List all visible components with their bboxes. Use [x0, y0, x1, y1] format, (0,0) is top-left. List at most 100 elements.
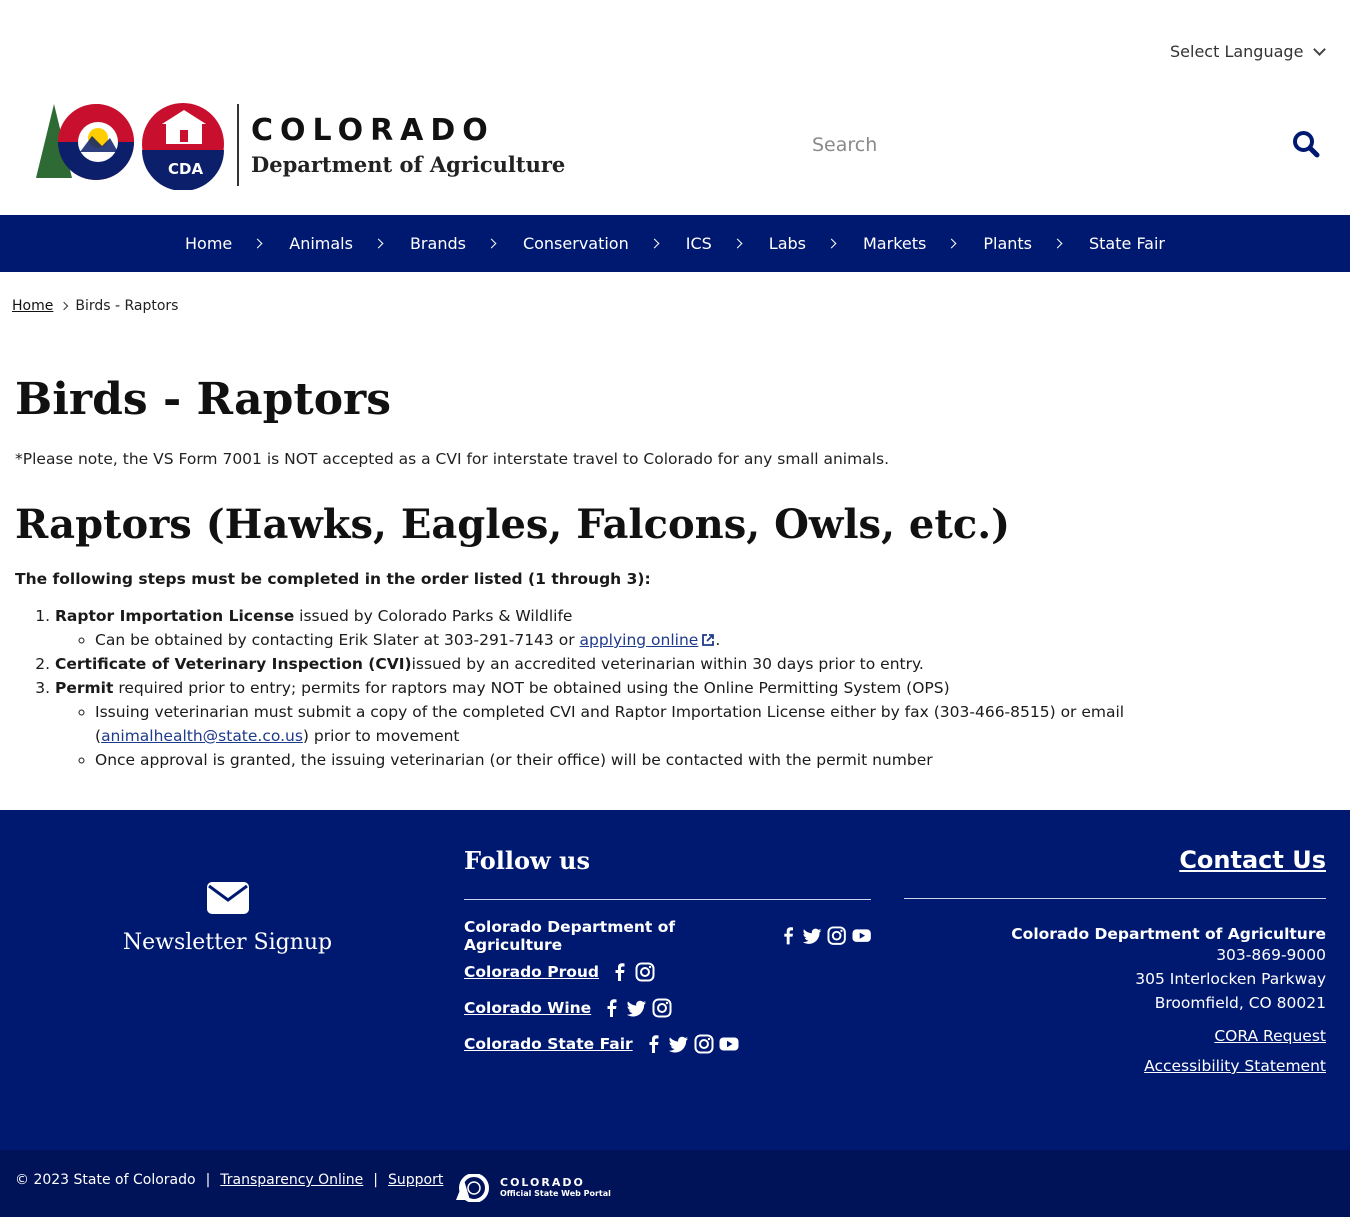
logo-text: COLORADO Department of Agriculture [251, 113, 565, 177]
contact-address-line2: Broomfield, CO 80021 [1154, 994, 1326, 1012]
breadcrumb: Home Birds - Raptors [12, 298, 178, 314]
twitter-icon[interactable] [668, 1034, 689, 1054]
language-select-label: Select Language [1170, 42, 1304, 61]
email-link[interactable]: animalhealth@state.co.us [101, 727, 303, 745]
nav-item-label: Labs [768, 234, 806, 253]
newsletter-signup[interactable]: Newsletter Signup [0, 882, 455, 955]
copyright-text: © 2023 State of Colorado [15, 1172, 196, 1188]
accessibility-statement-link[interactable]: Accessibility Statement [904, 1057, 1326, 1075]
step-item: Raptor Importation License issued by Col… [55, 604, 1335, 652]
follow-org-name: Colorado Department of Agriculture [464, 918, 676, 954]
twitter-icon[interactable] [802, 926, 822, 946]
newsletter-label: Newsletter Signup [122, 930, 333, 955]
step-item: Certificate of Veterinary Inspection (CV… [55, 652, 1335, 676]
nav-item-conservation[interactable]: Conservation [509, 215, 672, 272]
main-nav: Home Animals Brands Conservation ICS Lab… [0, 215, 1350, 272]
contact-us-link[interactable]: Contact Us [1179, 846, 1326, 874]
youtube-icon[interactable] [852, 926, 871, 946]
separator: | [373, 1172, 379, 1188]
follow-us-section: Follow us Colorado Department of Agricul… [464, 846, 871, 1056]
nav-item-markets[interactable]: Markets [849, 215, 969, 272]
portal-line2: Official State Web Portal [500, 1189, 611, 1198]
instagram-icon[interactable] [652, 998, 672, 1018]
facebook-icon[interactable] [610, 962, 630, 982]
contact-org: Colorado Department of Agriculture [1011, 925, 1326, 943]
search-icon[interactable] [1292, 130, 1322, 160]
follow-row: Colorado Proud [464, 960, 871, 984]
instagram-icon[interactable] [827, 926, 847, 946]
chevron-right-icon [252, 238, 263, 249]
follow-org-name[interactable]: Colorado State Fair [464, 1035, 633, 1053]
state-portal-logo[interactable]: COLORADO Official State Web Portal [454, 1174, 611, 1202]
portal-text: COLORADO Official State Web Portal [500, 1177, 611, 1199]
support-link[interactable]: Support [388, 1172, 443, 1188]
instagram-icon[interactable] [694, 1034, 714, 1054]
separator: | [205, 1172, 211, 1188]
step-subitem: Can be obtained by contacting Erik Slate… [95, 628, 1335, 652]
nav-item-home[interactable]: Home [171, 215, 275, 272]
envelope-icon [206, 882, 249, 914]
language-select[interactable]: Select Language [1170, 42, 1327, 61]
step-sublist: Issuing veterinarian must submit a copy … [55, 700, 1335, 772]
follow-org-name[interactable]: Colorado Wine [464, 999, 591, 1017]
step-title: Permit [55, 679, 114, 697]
step-item: Permit required prior to entry; permits … [55, 676, 1335, 772]
nav-item-ics[interactable]: ICS [672, 215, 755, 272]
search-input[interactable] [800, 134, 1260, 156]
bottom-bar: © 2023 State of Colorado | Transparency … [0, 1150, 1350, 1217]
step-title: Raptor Importation License [55, 607, 295, 625]
page-title: Birds - Raptors [15, 374, 391, 425]
facebook-icon[interactable] [602, 998, 622, 1018]
follow-row: Colorado Wine [464, 996, 871, 1020]
colorado-portal-icon [456, 1174, 489, 1202]
follow-row: Colorado State Fair [464, 1032, 871, 1056]
bottom-links: © 2023 State of Colorado | Transparency … [15, 1172, 443, 1188]
chevron-right-icon [373, 238, 384, 249]
nav-item-label: Brands [409, 234, 466, 253]
nav-item-state-fair[interactable]: State Fair [1075, 215, 1179, 272]
breadcrumb-current: Birds - Raptors [75, 298, 179, 314]
facebook-icon[interactable] [644, 1034, 664, 1054]
step-sublist: Can be obtained by contacting Erik Slate… [55, 628, 1335, 652]
cora-request-link[interactable]: CORA Request [904, 1027, 1326, 1045]
twitter-icon[interactable] [626, 998, 647, 1018]
step-subitem-text: Can be obtained by contacting Erik Slate… [95, 631, 580, 649]
breadcrumb-home-link[interactable]: Home [12, 298, 53, 314]
logo-mark: CDA [30, 100, 225, 191]
applying-online-link[interactable]: applying online [580, 631, 699, 649]
chevron-right-icon [946, 238, 957, 249]
chevron-right-icon [60, 301, 69, 311]
nav-item-label: ICS [685, 234, 712, 253]
chevron-down-icon [1313, 43, 1327, 56]
follow-org-name[interactable]: Colorado Proud [464, 963, 599, 981]
nav-item-label: Animals [289, 234, 353, 253]
chevron-right-icon [826, 238, 837, 249]
step-text: required prior to entry; permits for rap… [113, 679, 950, 697]
logo-divider [237, 104, 239, 186]
chevron-right-icon [486, 238, 497, 249]
step-subitem: Issuing veterinarian must submit a copy … [95, 700, 1335, 748]
contact-address-line1: 305 Interlocken Parkway [1135, 970, 1326, 988]
youtube-icon[interactable] [719, 1034, 739, 1054]
nav-item-label: Markets [863, 234, 927, 253]
nav-item-labs[interactable]: Labs [755, 215, 849, 272]
nav-item-brands[interactable]: Brands [396, 215, 509, 272]
nav-item-label: State Fair [1089, 234, 1165, 253]
site-logo[interactable]: CDA COLORADO Department of Agriculture [30, 100, 565, 191]
instagram-icon[interactable] [635, 962, 655, 982]
chevron-right-icon [649, 238, 660, 249]
facebook-icon[interactable] [779, 926, 798, 946]
section-title: Raptors (Hawks, Eagles, Falcons, Owls, e… [15, 501, 1011, 548]
nav-item-animals[interactable]: Animals [275, 215, 396, 272]
nav-item-label: Conservation [522, 234, 629, 253]
nav-item-plants[interactable]: Plants [969, 215, 1075, 272]
search-bar [800, 128, 1330, 162]
step-text: issued by an accredited veterinarian wit… [411, 655, 924, 673]
step-title: Certificate of Veterinary Inspection (CV… [55, 655, 412, 673]
logo-department-name: Department of Agriculture [251, 152, 566, 177]
step-subitem-text: . [715, 631, 721, 649]
vs-form-note: *Please note, the VS Form 7001 is NOT ac… [15, 450, 890, 468]
step-subitem: Once approval is granted, the issuing ve… [95, 748, 1335, 772]
transparency-online-link[interactable]: Transparency Online [220, 1172, 363, 1188]
footer: Newsletter Signup Follow us Colorado Dep… [0, 810, 1350, 1150]
